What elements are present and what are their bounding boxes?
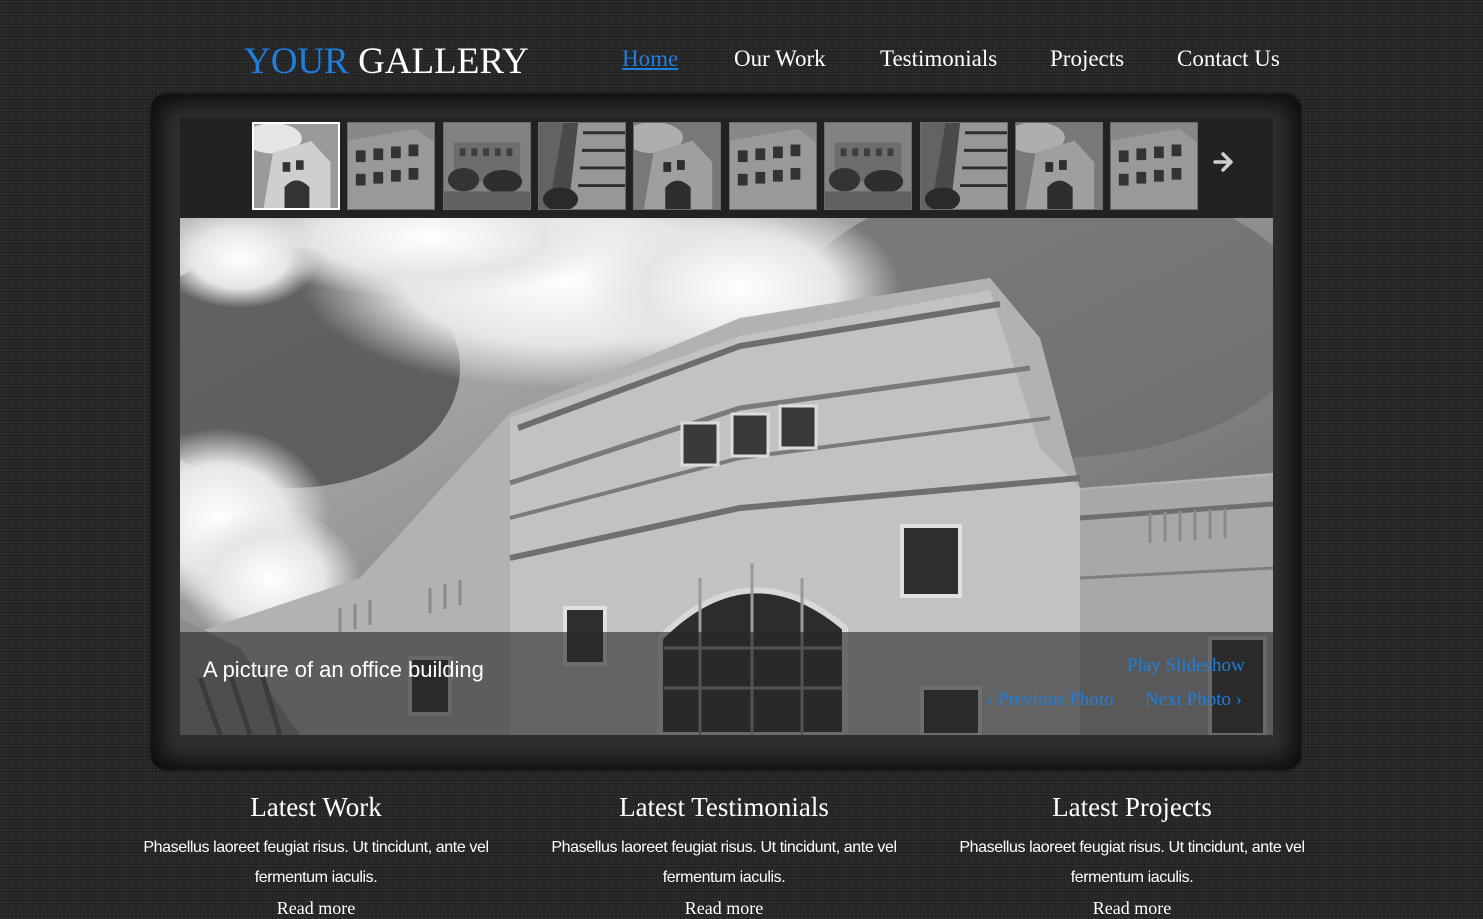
nav-home[interactable]: Home — [622, 46, 678, 72]
previous-photo-link[interactable]: ‹ Previous Photo — [987, 689, 1114, 711]
latest-projects-read-more[interactable]: Read more — [952, 897, 1312, 919]
latest-work-title: Latest Work — [250, 792, 382, 822]
nav-contact-us[interactable]: Contact Us — [1177, 46, 1280, 72]
latest-testimonials-title: Latest Testimonials — [619, 792, 829, 822]
nav-our-work[interactable]: Our Work — [734, 46, 826, 72]
latest-testimonials-text: Phasellus laoreet feugiat risus. Ut tinc… — [551, 839, 897, 886]
latest-projects-section: Latest Projects Phasellus laoreet feugia… — [952, 790, 1312, 919]
thumbnail-1[interactable] — [252, 122, 340, 210]
latest-testimonials-section: Latest Testimonials Phasellus laoreet fe… — [544, 790, 904, 919]
caption-overlay — [180, 632, 1273, 735]
main-photo: A picture of an office building Play Sli… — [180, 218, 1273, 735]
latest-projects-text: Phasellus laoreet feugiat risus. Ut tinc… — [959, 839, 1305, 886]
thumbnail-10[interactable] — [1110, 122, 1198, 210]
main-nav: Home Our Work Testimonials Projects Cont… — [0, 46, 1483, 78]
arrow-right-icon[interactable] — [1212, 148, 1236, 176]
latest-work-text: Phasellus laoreet feugiat risus. Ut tinc… — [143, 839, 489, 886]
next-photo-link[interactable]: Next Photo › — [1145, 689, 1242, 711]
play-slideshow-link[interactable]: Play Slideshow — [1127, 655, 1245, 677]
latest-work-read-more[interactable]: Read more — [136, 897, 496, 919]
thumbnail-3[interactable] — [443, 122, 531, 210]
thumbnail-8[interactable] — [920, 122, 1008, 210]
thumbnail-5[interactable] — [633, 122, 721, 210]
thumbnail-7[interactable] — [824, 122, 912, 210]
thumbnail-9[interactable] — [1015, 122, 1103, 210]
nav-projects[interactable]: Projects — [1050, 46, 1124, 72]
thumbnail-6[interactable] — [729, 122, 817, 210]
latest-projects-title: Latest Projects — [1052, 792, 1212, 822]
thumbnail-4[interactable] — [538, 122, 626, 210]
thumbnail-2[interactable] — [347, 122, 435, 210]
latest-work-section: Latest Work Phasellus laoreet feugiat ri… — [136, 790, 496, 919]
latest-testimonials-read-more[interactable]: Read more — [544, 897, 904, 919]
nav-testimonials[interactable]: Testimonials — [880, 46, 997, 72]
photo-caption: A picture of an office building — [203, 657, 484, 682]
